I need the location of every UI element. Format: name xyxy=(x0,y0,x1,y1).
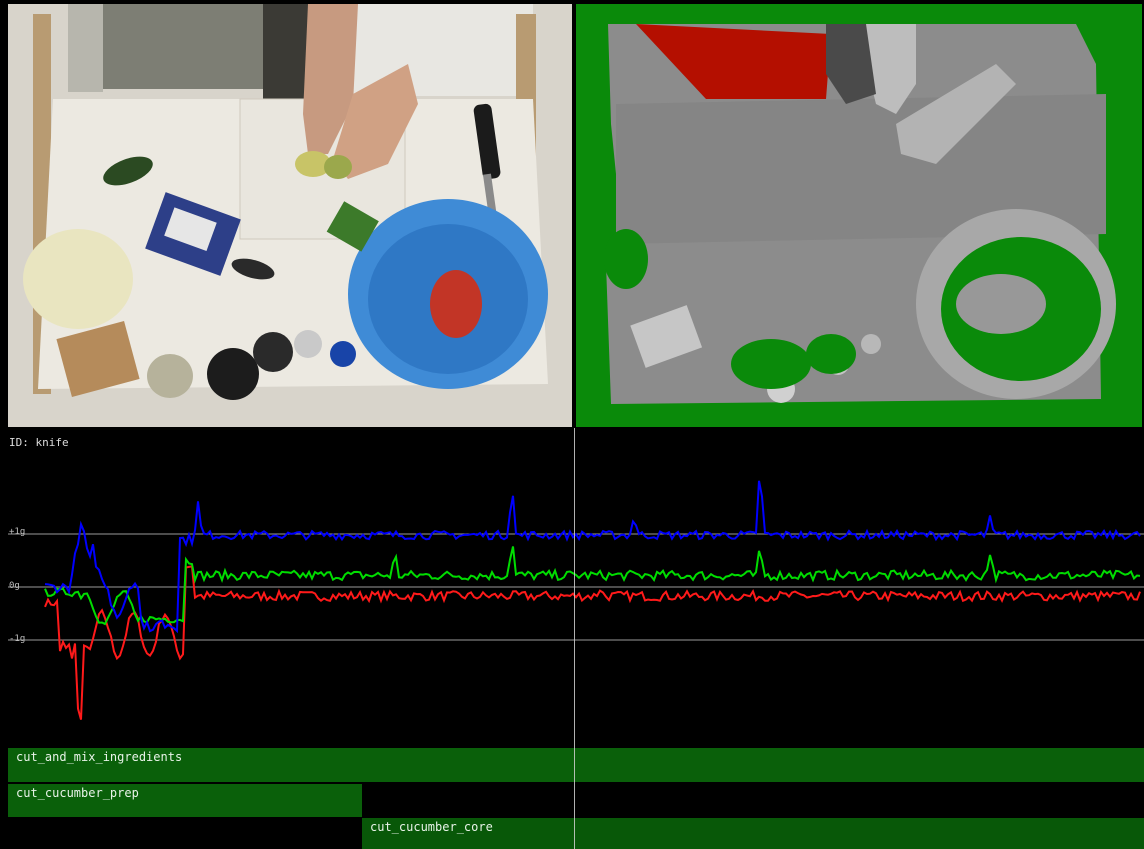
series-x-line xyxy=(44,480,1141,634)
depth-camera-image xyxy=(576,4,1142,427)
axis-label-minus: -1g xyxy=(9,634,26,644)
series-z-line xyxy=(44,565,1141,720)
depth-camera-view xyxy=(576,4,1142,427)
axis-label-zero: 0g xyxy=(9,581,20,591)
activity-label: cut_and_mix_ingredients xyxy=(16,750,183,764)
playhead-cursor[interactable] xyxy=(574,428,575,849)
activity-label: cut_cucumber_core xyxy=(370,820,493,834)
activity-label: cut_cucumber_prep xyxy=(16,786,139,800)
series-y-line xyxy=(44,546,1141,626)
activity-track-cut-and-mix[interactable]: cut_and_mix_ingredients xyxy=(8,748,1144,782)
activity-track-cut-cucumber-core[interactable]: cut_cucumber_core xyxy=(362,818,1144,849)
sensor-annotation-viewer: ID: knife +1g 0g -1g cut_and_mix_ingredi… xyxy=(0,0,1144,849)
axis-label-plus: +1g xyxy=(9,527,26,537)
rgb-camera-view xyxy=(8,4,572,427)
rgb-camera-image xyxy=(8,4,572,427)
sensor-id-label: ID: knife xyxy=(9,436,69,449)
activity-track-cut-cucumber-prep[interactable]: cut_cucumber_prep xyxy=(8,784,362,817)
